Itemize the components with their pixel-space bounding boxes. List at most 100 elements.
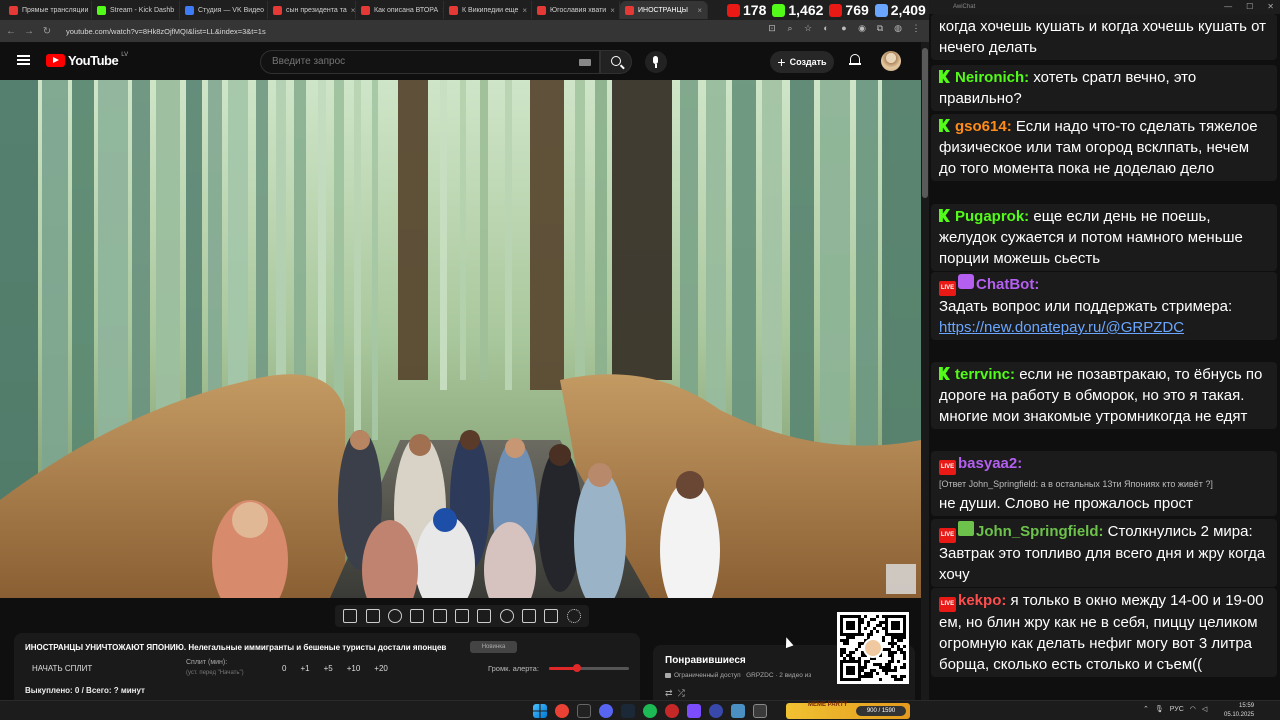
chat-nickname[interactable]: John_Springfield: xyxy=(976,523,1104,540)
microphone-tray-icon[interactable]: 🎙 xyxy=(1155,705,1164,713)
youtube-logo[interactable]: YouTube LV xyxy=(46,51,129,68)
browser-tab[interactable]: сын президента та × xyxy=(268,1,356,19)
discord-icon[interactable] xyxy=(599,704,613,718)
profile-icon[interactable]: ◍ xyxy=(893,23,903,33)
search-button[interactable] xyxy=(600,50,632,74)
alert-volume-slider[interactable] xyxy=(549,664,629,672)
zoom-icon[interactable]: ⌕ xyxy=(785,23,795,33)
chat-link[interactable]: https://new.donatepay.ru/@GRPZDC xyxy=(939,319,1184,336)
tab-close-icon[interactable]: × xyxy=(522,6,527,15)
split-value-button[interactable]: +20 xyxy=(374,664,388,673)
steam-icon[interactable] xyxy=(621,704,635,718)
playlist-title: Понравившиеся xyxy=(665,655,746,666)
page-scrollbar[interactable] xyxy=(921,42,929,700)
avatar[interactable] xyxy=(881,51,901,71)
search-input[interactable] xyxy=(272,56,562,67)
add-icon[interactable] xyxy=(522,609,537,623)
browser-tab[interactable]: Югославия хвати × xyxy=(532,1,620,19)
browser-tab[interactable]: Как описана ВТОРА× xyxy=(356,1,444,19)
notifications-bell-icon[interactable] xyxy=(849,54,861,66)
volume-icon[interactable]: ◁ xyxy=(1202,705,1207,713)
chat-nickname[interactable]: gso614: xyxy=(955,118,1012,135)
split-value-button[interactable]: +1 xyxy=(300,664,309,673)
chat-message: LIVE basyaa2: [Ответ John_Springfield: а в… xyxy=(931,451,1277,516)
minimize-icon[interactable]: — xyxy=(1224,0,1232,14)
chat-nickname[interactable]: terrvinc: xyxy=(955,366,1015,383)
clock[interactable]: 15:59 05.10.2025 xyxy=(1224,702,1254,720)
browser-tab[interactable]: ИНОСТРАНЦЫ × xyxy=(620,1,708,19)
tab-close-icon[interactable]: × xyxy=(351,6,355,15)
keyboard-icon[interactable] xyxy=(579,59,591,66)
forward-icon[interactable]: → xyxy=(24,26,34,37)
audio-icon[interactable] xyxy=(387,609,402,623)
vk-live-badge-icon: LIVE xyxy=(939,460,956,475)
chat-nickname[interactable]: ChatBot: xyxy=(976,276,1039,293)
split-values: 0 +1 +5 +10 +20 xyxy=(282,664,388,673)
menu-dots-icon[interactable]: ⋮ xyxy=(911,23,921,33)
maximize-icon[interactable]: ☐ xyxy=(1246,0,1253,14)
start-split-button[interactable]: НАЧАТЬ СПЛИТ xyxy=(32,664,92,673)
spotify-icon[interactable] xyxy=(643,704,657,718)
obs-icon[interactable] xyxy=(709,704,723,718)
extensions-puzzle-icon[interactable]: ⧉ xyxy=(875,23,885,33)
app-icon[interactable] xyxy=(665,704,679,718)
split-value-button[interactable]: +5 xyxy=(324,664,333,673)
chat-nickname[interactable]: basyaa2: xyxy=(958,455,1022,472)
hamburger-menu-icon[interactable] xyxy=(17,55,30,65)
tab-favicon-icon xyxy=(537,5,546,15)
shuffle-icon[interactable]: ⤮ xyxy=(678,688,685,698)
scrollbar-thumb[interactable] xyxy=(922,48,928,198)
app-icon[interactable] xyxy=(731,704,745,718)
browser-tab[interactable]: Прямые трансляции× xyxy=(4,1,92,19)
browser-tab[interactable]: Stream - Kick Dashb× xyxy=(92,1,180,19)
sort-icon[interactable] xyxy=(365,609,380,623)
kick-badge-icon xyxy=(939,70,950,83)
kick-badge-icon xyxy=(939,119,950,132)
split-value-button[interactable]: 0 xyxy=(282,664,286,673)
chat-message-text: не души. Слово не прожалось прост xyxy=(939,495,1193,512)
create-button[interactable]: + Создать xyxy=(770,51,834,73)
url-field[interactable]: youtube.com/watch?v=8Hk8zOjfMQI&list=LL&… xyxy=(66,27,266,36)
app-icon[interactable] xyxy=(687,704,701,718)
youtube-country-code: LV xyxy=(121,51,129,58)
speed-icon[interactable] xyxy=(499,609,514,623)
chat-nickname[interactable]: kekpo: xyxy=(958,592,1006,609)
install-icon[interactable]: ⊡ xyxy=(767,23,777,33)
reload-icon[interactable]: ↻ xyxy=(42,26,52,37)
browser-tab[interactable]: Студия — VK Видео× xyxy=(180,1,268,19)
extension-icon[interactable]: ◐ xyxy=(821,23,831,33)
tab-close-icon[interactable]: × xyxy=(610,6,615,15)
wifi-icon[interactable]: ◠ xyxy=(1190,705,1196,713)
slider-knob[interactable] xyxy=(573,664,581,672)
chat-message: LIVE John_Springfield: Столкнулись 2 мира… xyxy=(931,519,1277,587)
back-icon[interactable]: ← xyxy=(6,26,16,37)
split-value-button[interactable]: +10 xyxy=(347,664,361,673)
loop-icon[interactable] xyxy=(343,609,358,623)
language-indicator[interactable]: РУС xyxy=(1170,706,1184,713)
gear-icon[interactable] xyxy=(566,609,581,623)
chat-message: LIVE kekpo: я только в окно между 14-00 и… xyxy=(931,588,1277,677)
stream-stat: 1,462 xyxy=(772,2,823,18)
film-icon[interactable] xyxy=(477,609,492,623)
playlist-icon[interactable] xyxy=(410,609,425,623)
microphone-icon[interactable] xyxy=(645,51,667,73)
pip-icon[interactable] xyxy=(454,609,469,623)
extension-icon[interactable]: ◉ xyxy=(857,23,867,33)
tab-close-icon[interactable]: × xyxy=(697,6,702,15)
screenshot-icon[interactable] xyxy=(544,609,559,623)
close-icon[interactable]: ✕ xyxy=(1267,0,1274,14)
browser-tab[interactable]: К Википедии еще × xyxy=(444,1,532,19)
chevron-up-icon[interactable]: ⌃ xyxy=(1143,705,1149,713)
video-player[interactable] xyxy=(0,80,921,598)
bookmark-star-icon[interactable]: ☆ xyxy=(803,23,813,33)
repeat-icon[interactable]: ⇄ xyxy=(665,688,673,698)
app-icon[interactable] xyxy=(753,704,767,718)
chat-nickname[interactable]: Pugaprok: xyxy=(955,208,1029,225)
windows-start-icon[interactable] xyxy=(533,704,547,718)
extension-icon[interactable]: ● xyxy=(839,23,849,33)
vk-live-badge-icon: LIVE xyxy=(939,528,956,543)
cinema-icon[interactable] xyxy=(432,609,447,623)
chat-nickname[interactable]: Neironich: xyxy=(955,69,1029,86)
chrome-icon[interactable] xyxy=(555,704,569,718)
app-icon[interactable] xyxy=(577,704,591,718)
